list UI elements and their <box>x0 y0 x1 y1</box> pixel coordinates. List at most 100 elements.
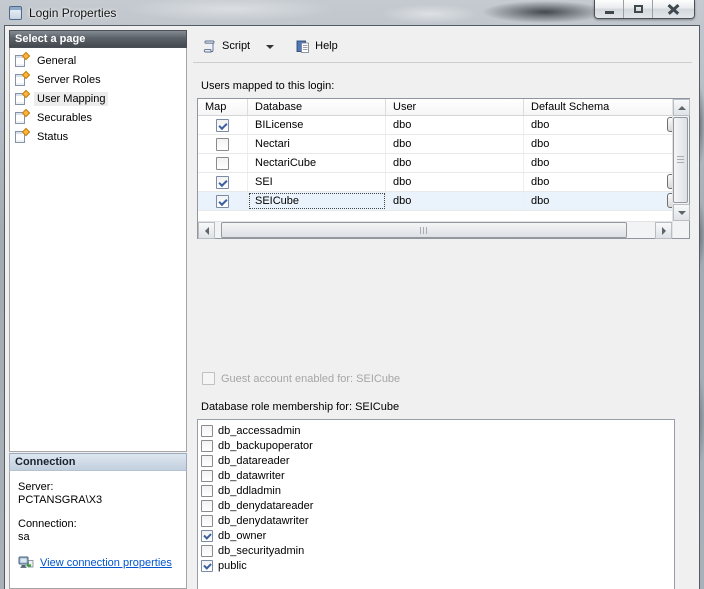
role-checkbox[interactable] <box>201 455 213 467</box>
default-schema-cell[interactable]: dbo <box>524 173 672 191</box>
default-schema-cell[interactable]: dbo <box>524 135 672 153</box>
role-name-label: db_accessadmin <box>218 425 301 437</box>
server-label: Server: <box>18 481 178 493</box>
role-membership-list: db_accessadmindb_backupoperatordb_datare… <box>197 419 675 589</box>
vertical-scrollbar[interactable] <box>672 99 689 238</box>
map-cell <box>198 173 248 191</box>
default-schema-cell[interactable]: dbo <box>524 116 672 134</box>
role-item-db_datareader[interactable]: db_datareader <box>201 453 674 468</box>
role-checkbox[interactable] <box>201 440 213 452</box>
help-button-label: Help <box>315 40 338 52</box>
map-checkbox[interactable] <box>216 138 229 151</box>
user-cell[interactable]: dbo <box>386 173 524 191</box>
sidebar-item-securables[interactable]: Securables <box>10 108 186 127</box>
sidebar-item-user-mapping[interactable]: User Mapping <box>10 89 186 108</box>
user-cell[interactable]: dbo <box>386 192 524 210</box>
map-checkbox[interactable] <box>216 176 229 189</box>
script-button[interactable]: Script <box>197 34 259 58</box>
map-checkbox[interactable] <box>216 195 229 208</box>
role-checkbox[interactable] <box>201 530 213 542</box>
grid-row-nectari[interactable]: Nectaridbodbo <box>198 135 672 154</box>
grid-row-seicube[interactable]: SEICubedbodbo <box>198 192 672 211</box>
sidebar-item-general[interactable]: General <box>10 51 186 70</box>
scroll-right-button[interactable] <box>655 222 672 239</box>
grid-row-nectaricube[interactable]: NectariCubedbodbo <box>198 154 672 173</box>
role-membership-label: Database role membership for: SEICube <box>201 401 399 413</box>
database-cell[interactable]: NectariCube <box>248 154 386 172</box>
browse-schema-button[interactable] <box>667 174 672 189</box>
scroll-up-button[interactable] <box>673 99 690 116</box>
default-schema-cell[interactable]: dbo <box>524 154 672 172</box>
scrollbar-corner <box>673 221 689 238</box>
scroll-left-button[interactable] <box>198 222 215 239</box>
role-checkbox[interactable] <box>201 545 213 557</box>
sidebar-item-server-roles[interactable]: Server Roles <box>10 70 186 89</box>
arrow-down-icon <box>678 211 686 215</box>
map-checkbox[interactable] <box>216 119 229 132</box>
role-checkbox[interactable] <box>201 425 213 437</box>
role-item-db_owner[interactable]: db_owner <box>201 528 674 543</box>
minimize-icon <box>605 11 614 14</box>
grid-row-bilicense[interactable]: BILicensedbodbo <box>198 116 672 135</box>
help-icon <box>295 39 311 54</box>
horizontal-scroll-thumb[interactable] <box>221 222 627 238</box>
role-item-db_datawriter[interactable]: db_datawriter <box>201 468 674 483</box>
role-item-db_denydatareader[interactable]: db_denydatareader <box>201 498 674 513</box>
role-checkbox[interactable] <box>201 485 213 497</box>
role-item-db_accessadmin[interactable]: db_accessadmin <box>201 423 674 438</box>
page-list: General Server Roles User Mapping Securable… <box>9 48 187 452</box>
horizontal-scrollbar[interactable] <box>198 221 672 238</box>
maximize-button[interactable] <box>624 0 653 18</box>
user-cell[interactable]: dbo <box>386 154 524 172</box>
script-dropdown-button[interactable] <box>259 34 282 58</box>
role-checkbox[interactable] <box>201 560 213 572</box>
dialog-client-area: Select a page GeneralServer RolesUser Ma… <box>4 25 700 589</box>
sidebar-item-label: User Mapping <box>34 92 108 106</box>
minimize-button[interactable] <box>595 0 624 18</box>
user-mapping-grid: Map Database User Default Schema BILicen… <box>197 98 690 239</box>
guest-account-checkbox[interactable] <box>202 372 215 385</box>
database-cell[interactable]: SEICube <box>248 192 386 210</box>
database-cell[interactable]: BILicense <box>248 116 386 134</box>
role-item-public[interactable]: public <box>201 558 674 573</box>
grid-row-sei[interactable]: SEIdbodbo <box>198 173 672 192</box>
script-icon <box>202 39 218 54</box>
database-cell[interactable]: Nectari <box>248 135 386 153</box>
scroll-down-button[interactable] <box>673 204 690 221</box>
user-cell[interactable]: dbo <box>386 116 524 134</box>
browse-schema-button[interactable] <box>667 193 672 208</box>
vertical-scroll-track[interactable] <box>673 116 689 204</box>
chevron-down-icon <box>266 45 274 49</box>
page-icon <box>14 110 30 125</box>
database-cell[interactable]: SEI <box>248 173 386 191</box>
column-header-database: Database <box>248 99 386 115</box>
role-item-db_backupoperator[interactable]: db_backupoperator <box>201 438 674 453</box>
view-connection-properties-link[interactable]: View connection properties <box>40 557 172 569</box>
connection-header: Connection <box>9 453 187 471</box>
role-item-db_ddladmin[interactable]: db_ddladmin <box>201 483 674 498</box>
vertical-scroll-thumb[interactable] <box>673 117 688 203</box>
role-name-label: db_denydatareader <box>218 500 313 512</box>
window-title: Login Properties <box>29 6 116 20</box>
role-name-label: public <box>218 560 247 572</box>
sidebar-item-label: Status <box>34 130 71 144</box>
sidebar-item-status[interactable]: Status <box>10 127 186 146</box>
map-checkbox[interactable] <box>216 157 229 170</box>
role-checkbox[interactable] <box>201 515 213 527</box>
help-button[interactable]: Help <box>290 34 347 58</box>
browse-schema-button[interactable] <box>667 117 672 132</box>
titlebar[interactable]: Login Properties <box>0 0 704 26</box>
horizontal-scroll-track[interactable] <box>215 222 655 238</box>
main-panel: Script Help Users mapped <box>193 30 692 589</box>
user-cell[interactable]: dbo <box>386 135 524 153</box>
server-value: PCTANSGRA\X3 <box>18 494 178 506</box>
sidebar-item-label: Server Roles <box>34 73 104 87</box>
default-schema-cell[interactable]: dbo <box>524 192 672 210</box>
close-button[interactable] <box>653 0 694 18</box>
role-checkbox[interactable] <box>201 470 213 482</box>
role-checkbox[interactable] <box>201 500 213 512</box>
guest-account-label: Guest account enabled for: SEICube <box>221 373 400 385</box>
map-cell <box>198 192 248 210</box>
role-item-db_securityadmin[interactable]: db_securityadmin <box>201 543 674 558</box>
role-item-db_denydatawriter[interactable]: db_denydatawriter <box>201 513 674 528</box>
